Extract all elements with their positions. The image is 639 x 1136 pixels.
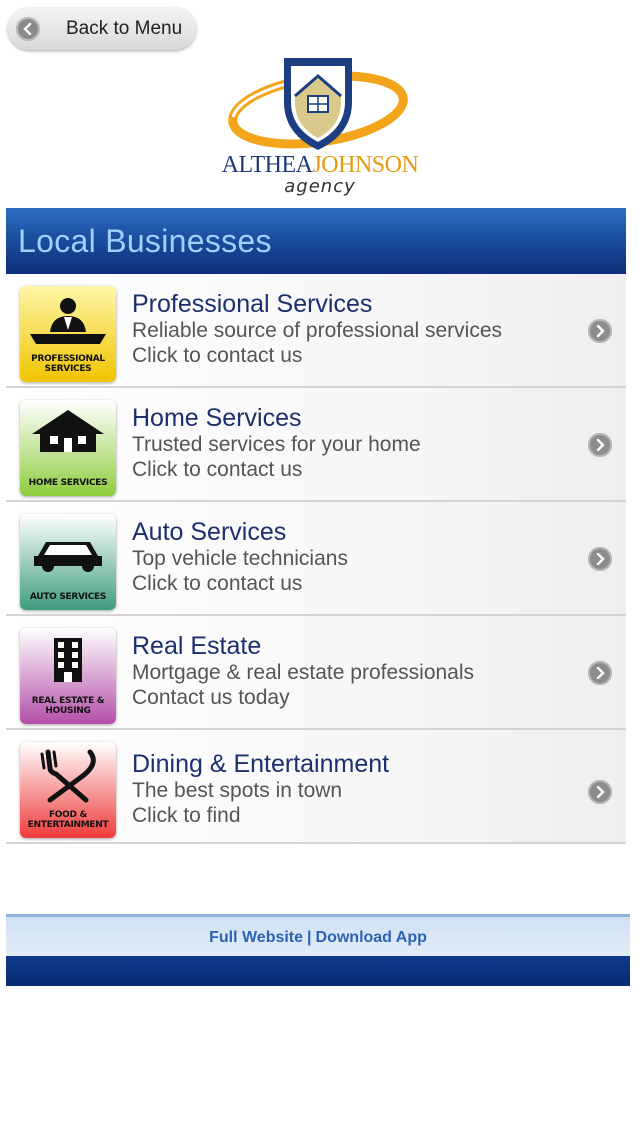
item-description: Top vehicle technicians — [132, 547, 348, 570]
item-title: Professional Services — [132, 290, 373, 318]
item-description: The best spots in town — [132, 779, 343, 802]
item-call-to-action: Click to contact us — [132, 458, 303, 481]
chevron-right-icon — [588, 433, 612, 457]
agency-logo: ALTHEAJOHNSON agency — [200, 52, 440, 202]
logo-tagline: agency — [284, 176, 356, 197]
full-website-link[interactable]: Full Website — [209, 929, 303, 947]
item-title: Auto Services — [132, 518, 287, 546]
logo-name-last: JOHNSON — [312, 152, 419, 178]
item-title: Home Services — [132, 404, 302, 432]
item-description: Mortgage & real estate professionals — [132, 661, 475, 684]
footer-links: Full Website | Download App — [6, 914, 630, 959]
section-title: Local Businesses — [18, 222, 272, 259]
item-description: Reliable source of professional services — [132, 319, 503, 342]
professional-services-thumbnail: PROFESSIONAL SERVICES — [20, 286, 116, 382]
list-item-professional-services[interactable]: PROFESSIONAL SERVICES Professional Servi… — [6, 274, 626, 388]
home-services-thumbnail: HOME SERVICES — [20, 400, 116, 496]
list-item-auto-services[interactable]: AUTO SERVICES Auto Services Top vehicle … — [6, 502, 626, 616]
real-estate-thumbnail: REAL ESTATE & HOUSING — [20, 628, 116, 724]
item-call-to-action: Click to contact us — [132, 344, 303, 367]
back-button-label: Back to Menu — [66, 18, 183, 39]
item-call-to-action: Contact us today — [132, 686, 290, 709]
item-description: Trusted services for your home — [132, 433, 421, 456]
shield-house-logo-icon — [228, 58, 408, 150]
auto-services-thumbnail: AUTO SERVICES — [20, 514, 116, 610]
business-category-list: PROFESSIONAL SERVICES Professional Servi… — [6, 274, 626, 844]
list-item-dining-entertainment[interactable]: FOOD & ENTERTAINMENT Dining & Entertainm… — [6, 730, 626, 844]
back-to-menu-button[interactable]: Back to Menu — [8, 8, 196, 50]
item-call-to-action: Click to find — [132, 804, 241, 827]
item-title: Dining & Entertainment — [132, 750, 390, 778]
item-title: Real Estate — [132, 632, 262, 660]
chevron-right-icon — [588, 319, 612, 343]
footer-separator: | — [307, 929, 312, 946]
chevron-right-icon — [588, 547, 612, 571]
logo-name-first: ALTHEA — [221, 152, 313, 178]
item-call-to-action: Click to contact us — [132, 572, 303, 595]
home-services-badge-text: HOME SERVICES — [28, 478, 108, 488]
chevron-right-icon — [588, 661, 612, 685]
chevron-right-icon — [588, 780, 612, 804]
list-item-real-estate[interactable]: REAL ESTATE & HOUSING Real Estate Mortga… — [6, 616, 626, 730]
back-arrow-icon — [16, 17, 40, 41]
dining-entertainment-badge-text: FOOD & ENTERTAINMENT — [27, 810, 109, 830]
download-app-link[interactable]: Download App — [316, 929, 427, 947]
professional-services-badge-text: PROFESSIONAL SERVICES — [31, 354, 105, 374]
auto-services-badge-text: AUTO SERVICES — [29, 592, 107, 602]
section-header: Local Businesses — [6, 208, 626, 274]
list-item-home-services[interactable]: HOME SERVICES Home Services Trusted serv… — [6, 388, 626, 502]
footer-band — [6, 956, 630, 986]
dining-entertainment-thumbnail: FOOD & ENTERTAINMENT — [20, 742, 116, 838]
real-estate-badge-text: REAL ESTATE & HOUSING — [31, 696, 105, 716]
